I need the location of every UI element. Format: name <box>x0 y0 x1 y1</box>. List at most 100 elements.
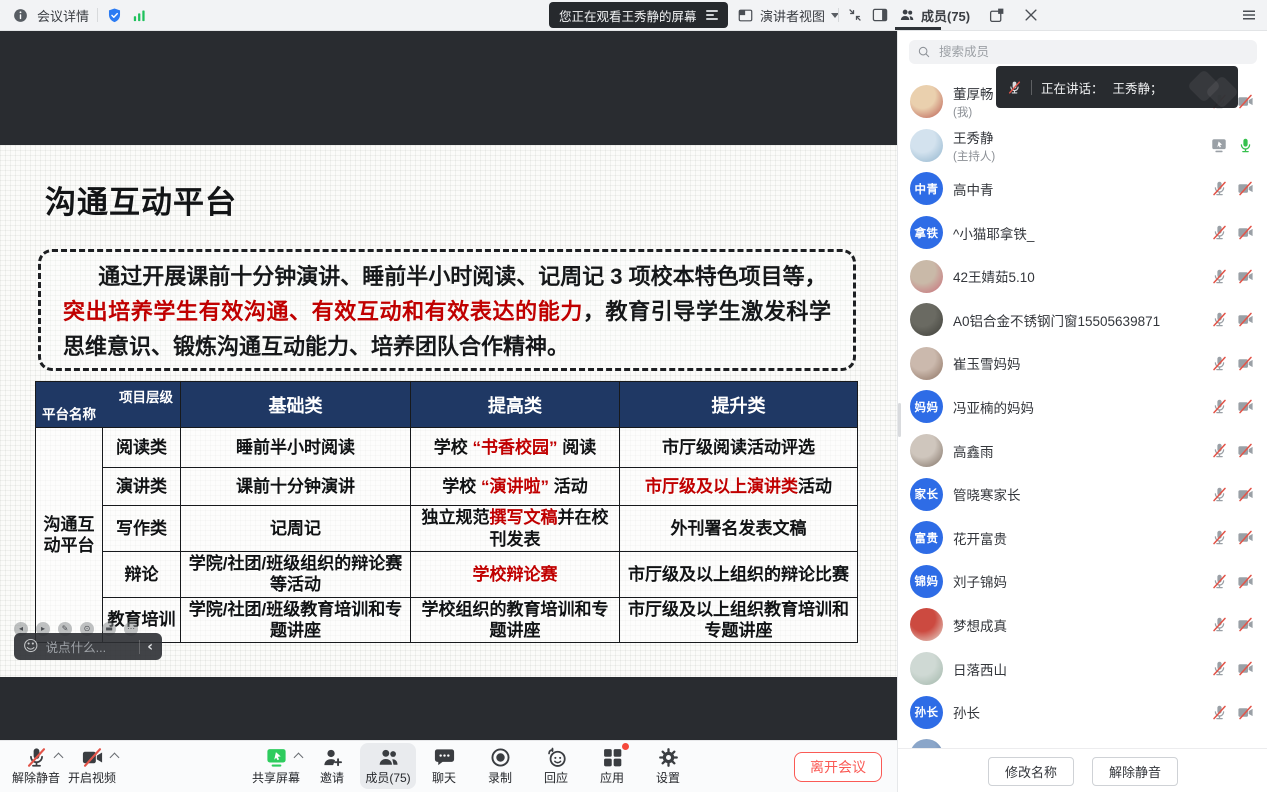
avatar <box>910 85 943 118</box>
sidebar-icon[interactable] <box>871 6 889 24</box>
member-status-icons <box>1211 268 1254 285</box>
member-row[interactable]: 王秀静 (主持人) <box>898 124 1267 168</box>
table-row: 写作类记周记独立规范撰写文稿并在校刊发表外刊署名发表文稿 <box>36 506 858 552</box>
member-row[interactable]: 高鑫雨 <box>898 429 1267 473</box>
member-list[interactable]: 董厚畅 (我) 王秀静 (主持人) 中青 高中青 拿铁 ^小猫耶拿铁_ 42王婧… <box>898 80 1267 748</box>
platform-table-body: 沟通互动平台阅读类睡前半小时阅读学校 “书香校园” 阅读市厅级阅读活动评选演讲类… <box>36 428 858 643</box>
member-status-icons <box>1211 355 1254 372</box>
menu-icon[interactable] <box>1240 6 1258 24</box>
toolbar-label: 应用 <box>600 769 624 786</box>
avatar: 富贵 <box>910 521 943 554</box>
collapse-icon[interactable] <box>846 6 864 24</box>
cam-off-icon <box>1237 93 1254 110</box>
member-status-icons <box>1211 616 1254 633</box>
tab-members[interactable]: 成员(75) <box>899 0 970 30</box>
chat-input-placeholder[interactable]: 说点什么... <box>46 637 133 656</box>
chevron-up-icon[interactable] <box>110 753 120 763</box>
toolbar-label: 邀请 <box>320 769 344 786</box>
watching-banner[interactable]: 您正在观看王秀静的屏幕 <box>549 2 728 28</box>
table-cell: 独立规范撰写文稿并在校刊发表 <box>411 506 620 552</box>
table-cell: 市厅级及以上演讲类活动 <box>620 468 858 506</box>
member-row[interactable]: 崔玉雪妈妈 <box>898 342 1267 386</box>
panel-footer-button[interactable]: 修改名称 <box>988 757 1074 786</box>
table-header: 基础类 <box>181 382 411 428</box>
cam-off-icon <box>1237 660 1254 677</box>
member-row[interactable]: 中青 高中青 <box>898 167 1267 211</box>
toolbar-record[interactable]: 录制 <box>472 743 528 789</box>
member-row[interactable]: A0铝合金不锈钢门窗15505639871 <box>898 298 1267 342</box>
toolbar-apps[interactable]: 应用 <box>584 743 640 789</box>
info-icon[interactable] <box>12 7 29 24</box>
member-row[interactable]: 梦想成真 <box>898 603 1267 647</box>
table-cell: 记周记 <box>181 506 411 552</box>
members-panel: 董厚畅 (我) 王秀静 (主持人) 中青 高中青 拿铁 ^小猫耶拿铁_ 42王婧… <box>897 30 1267 792</box>
toolbar-cam-off[interactable]: 开启视频 <box>64 743 120 789</box>
toolbar-label: 录制 <box>488 769 512 786</box>
member-info: A0铝合金不锈钢门窗15505639871 <box>953 310 1201 330</box>
settings-icon <box>657 746 680 769</box>
toolbar-label: 成员(75) <box>365 769 410 786</box>
toolbar-icon-slot <box>14 746 58 769</box>
avatar <box>910 303 943 336</box>
member-search[interactable] <box>909 40 1257 64</box>
table-category: 辩论 <box>103 552 181 598</box>
member-row[interactable]: 家长 管晓寒家长 <box>898 472 1267 516</box>
emoji-icon[interactable]: ☺ <box>23 639 39 654</box>
chevron-left-icon[interactable]: ‹ <box>147 639 153 655</box>
toolbar-settings[interactable]: 设置 <box>640 743 696 789</box>
divider <box>838 8 839 22</box>
table-cell: 学校辩论赛 <box>411 552 620 598</box>
member-name: 日落西山 <box>953 659 1201 679</box>
member-row[interactable] <box>898 734 1267 748</box>
toolbar-icon-slot <box>422 746 466 769</box>
close-icon[interactable] <box>1022 6 1040 24</box>
member-row[interactable]: 孙长 孙长 <box>898 690 1267 734</box>
toolbar-icon-slot <box>478 746 522 769</box>
corner-bottom-label: 平台名称 <box>42 403 96 423</box>
banner-menu-icon[interactable] <box>706 8 718 22</box>
meeting-details-label[interactable]: 会议详情 <box>37 6 89 25</box>
member-status-icons <box>1211 486 1254 503</box>
table-cell: 学院/社团/班级教育培训和专题讲座 <box>181 597 411 643</box>
popout-icon[interactable] <box>988 6 1006 24</box>
mic-off-icon <box>1007 80 1022 95</box>
member-row[interactable]: 富贵 花开富贵 <box>898 516 1267 560</box>
toolbar-chat[interactable]: 聊天 <box>416 743 472 789</box>
member-row[interactable]: 锦妈 刘子锦妈 <box>898 560 1267 604</box>
members-icon <box>377 746 400 769</box>
member-info: 王秀静 (主持人) <box>953 127 1200 164</box>
member-row[interactable]: 日落西山 <box>898 647 1267 691</box>
toolbar-mic-off[interactable]: 解除静音 <box>8 743 64 789</box>
search-input[interactable] <box>937 44 1249 60</box>
view-mode-label: 演讲者视图 <box>760 6 825 25</box>
platform-table: 项目层级 平台名称 基础类 提高类 提升类 沟通互动平台阅读类睡前半小时阅读学校… <box>35 381 858 643</box>
member-row[interactable]: 42王婧茹5.10 <box>898 254 1267 298</box>
toolbar-members[interactable]: 成员(75) <box>360 743 416 789</box>
member-name: 高鑫雨 <box>953 441 1201 461</box>
chat-overlay[interactable]: ☺ 说点什么... ‹ <box>14 633 162 660</box>
chevron-up-icon[interactable] <box>294 753 304 763</box>
member-row[interactable]: 拿铁 ^小猫耶拿铁_ <box>898 211 1267 255</box>
cam-off-icon <box>1237 398 1254 415</box>
view-mode-switcher[interactable]: 演讲者视图 <box>737 0 839 30</box>
chevron-up-icon[interactable] <box>54 753 64 763</box>
table-cell: 学校组织的教育培训和专题讲座 <box>411 597 620 643</box>
toolbar-react[interactable]: 回应 <box>528 743 584 789</box>
mic-off-icon <box>1211 180 1228 197</box>
watching-banner-text: 您正在观看王秀静的屏幕 <box>559 6 697 25</box>
react-icon <box>545 746 568 769</box>
member-row[interactable]: 妈妈 冯亚楠的妈妈 <box>898 385 1267 429</box>
cam-off-icon <box>1237 529 1254 546</box>
toolbar-invite[interactable]: 邀请 <box>304 743 360 789</box>
shield-check-icon[interactable] <box>106 7 123 24</box>
leave-meeting-button[interactable]: 离开会议 <box>794 752 882 782</box>
divider <box>97 8 98 22</box>
mic-off-icon <box>1211 355 1228 372</box>
cam-off-icon <box>81 746 104 769</box>
table-category: 阅读类 <box>103 428 181 468</box>
signal-bars-icon[interactable] <box>131 7 148 24</box>
member-info: 42王婧茹5.10 <box>953 266 1201 286</box>
toolbar-screen-share[interactable]: 共享屏幕 <box>248 743 304 789</box>
cam-off-icon <box>1237 224 1254 241</box>
panel-footer-button[interactable]: 解除静音 <box>1092 757 1178 786</box>
